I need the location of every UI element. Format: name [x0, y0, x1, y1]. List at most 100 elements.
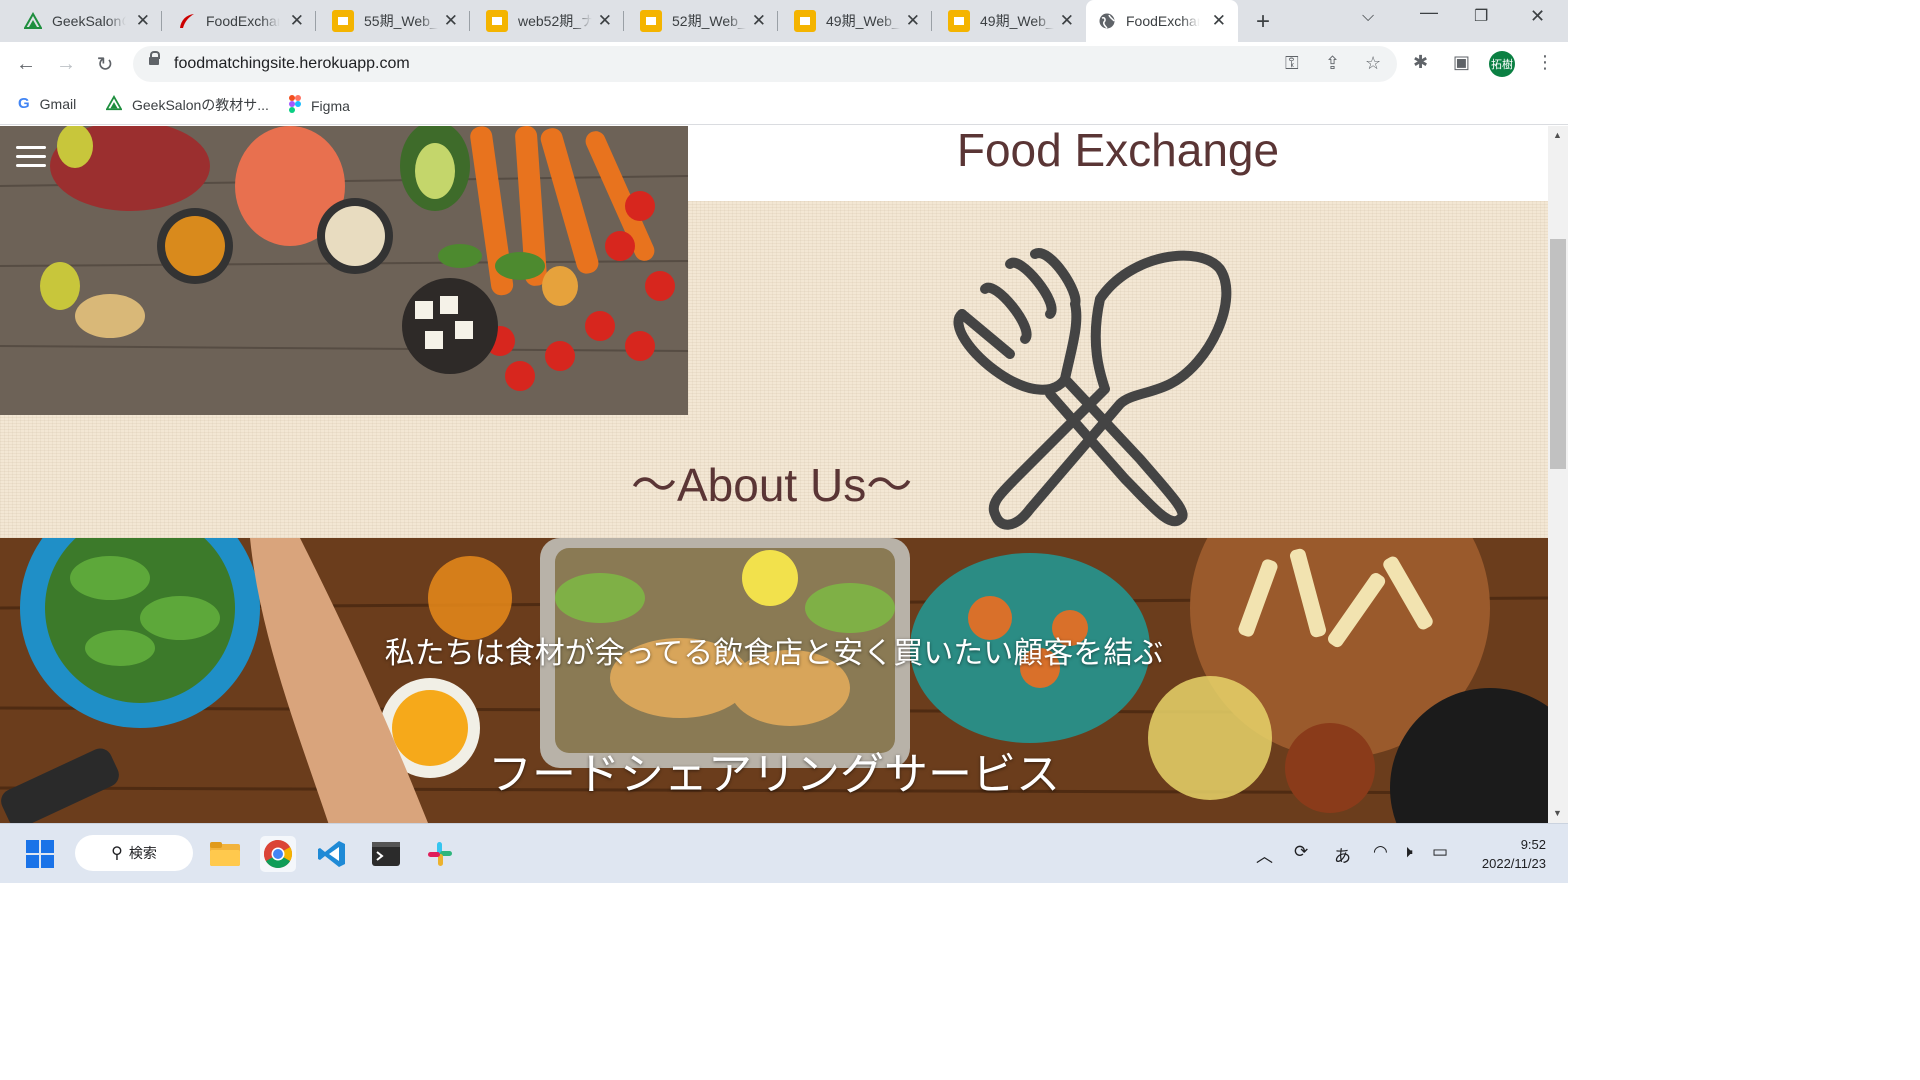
new-tab-icon[interactable]: + — [1256, 8, 1270, 36]
close-tab-icon[interactable]: ✕ — [598, 11, 612, 31]
minimize-icon[interactable]: — — [1420, 2, 1438, 23]
share-icon[interactable]: ⇪ — [1325, 53, 1340, 74]
scrollbar-thumb[interactable] — [1550, 239, 1566, 469]
tab-foodexchange-active[interactable]: FoodExchange ✕ — [1086, 0, 1238, 42]
search-icon: ⚲ — [111, 845, 123, 862]
slides-icon — [486, 10, 508, 32]
bookmark-figma[interactable]: Figma — [289, 95, 350, 117]
bookmark-star-icon[interactable]: ☆ — [1365, 53, 1381, 74]
tab-slides-49b[interactable]: 49期_Web_ ✕ — [936, 0, 1086, 42]
tab-separator — [161, 11, 162, 31]
fork-spoon-icon — [953, 248, 1232, 530]
tab-separator — [777, 11, 778, 31]
extensions-icon[interactable]: ✱ — [1413, 52, 1428, 73]
bookmark-label: Figma — [311, 98, 350, 114]
back-icon[interactable]: ← — [12, 50, 40, 78]
taskbar-search[interactable]: ⚲ 検索 — [75, 835, 193, 871]
close-tab-icon[interactable]: ✕ — [1060, 11, 1074, 31]
close-tab-icon[interactable]: ✕ — [906, 11, 920, 31]
tagline-text: 私たちは食材が余ってる飲食店と安く買いたい顧客を結ぶ — [384, 637, 1164, 670]
tab-slides-52[interactable]: 52期_Web_ ✕ — [628, 0, 778, 42]
tab-separator — [315, 11, 316, 31]
tab-title: GeekSalonの — [52, 13, 126, 29]
dinner-table-image: 私たちは食材が余ってる飲食店と安く買いたい顧客を結ぶ フードシェアリングサービス — [0, 538, 1548, 823]
tab-geeksalon[interactable]: GeekSalonの ✕ — [12, 0, 162, 42]
key-icon[interactable]: ⚿ — [1285, 53, 1299, 74]
slides-icon — [332, 10, 354, 32]
terminal-icon[interactable] — [368, 836, 404, 872]
tray-overflow-icon[interactable]: ︿ — [1256, 842, 1273, 867]
lock-icon — [149, 51, 160, 65]
page-scrollbar[interactable]: ▲ ▼ — [1548, 126, 1568, 823]
tab-title: 49期_Web_ — [980, 13, 1054, 29]
close-window-icon[interactable]: ✕ — [1530, 6, 1545, 27]
windows-taskbar: ⚲ 検索 ︿ ⟳ あ ◠ 🕨 ▭ 9:52 2022/11/23 — [0, 823, 1568, 883]
address-bar[interactable]: foodmatchingsite.herokuapp.com ⚿ ⇪ ☆ — [133, 46, 1397, 82]
globe-icon — [1098, 12, 1116, 30]
tab-foodexchange-dev[interactable]: FoodExchange ✕ — [166, 0, 316, 42]
hamburger-menu-icon[interactable] — [16, 146, 46, 173]
slides-icon — [948, 10, 970, 32]
search-label: 検索 — [128, 845, 157, 861]
tab-search-icon[interactable]: ⌵ — [1362, 8, 1374, 26]
close-tab-icon[interactable]: ✕ — [136, 11, 150, 31]
geeksalon-icon — [105, 94, 123, 115]
menu-kebab-icon[interactable]: ⋮ — [1536, 52, 1554, 73]
windows-start-icon[interactable] — [22, 836, 58, 872]
close-tab-icon[interactable]: ✕ — [1212, 11, 1226, 31]
figma-icon — [289, 95, 301, 117]
restore-icon[interactable]: ❐ — [1474, 6, 1488, 26]
scroll-down-icon[interactable]: ▼ — [1553, 808, 1562, 818]
tab-title: web52期_ナ — [518, 13, 592, 29]
volume-muted-icon[interactable]: 🕨 — [1402, 842, 1413, 862]
about-us-heading: ～About Us～ — [631, 459, 913, 511]
slides-icon — [640, 10, 662, 32]
clock-date: 2022/11/23 — [1481, 856, 1546, 871]
forward-icon[interactable]: → — [52, 50, 80, 78]
scroll-up-icon[interactable]: ▲ — [1553, 130, 1562, 140]
tab-slides-web52[interactable]: web52期_ナ ✕ — [474, 0, 624, 42]
geeksalon-icon — [24, 12, 42, 30]
close-tab-icon[interactable]: ✕ — [444, 11, 458, 31]
bookmarks-bar: G Gmail GeekSalonの教材サ... Figma — [0, 86, 1568, 125]
profile-avatar[interactable]: 拓樹 — [1489, 51, 1515, 77]
hero-food-image — [0, 126, 688, 415]
tab-title: 49期_Web_ — [826, 13, 900, 29]
tab-slides-55[interactable]: 55期_Web_ ✕ — [320, 0, 470, 42]
tab-separator — [623, 11, 624, 31]
chrome-taskbar-icon[interactable] — [260, 836, 296, 872]
site-title: Food Exchange — [956, 126, 1280, 176]
clock-time: 9:52 — [1520, 837, 1546, 852]
page-viewport: Food Exchange ～About Us～ 私たちは食材が余ってる飲食店と… — [0, 126, 1548, 823]
sync-icon[interactable]: ⟳ — [1294, 842, 1308, 862]
tab-strip: GeekSalonの ✕ FoodExchange ✕ 55期_Web_ ✕ w… — [0, 0, 1568, 42]
close-tab-icon[interactable]: ✕ — [290, 11, 304, 31]
tab-separator — [469, 11, 470, 31]
slack-icon[interactable] — [422, 836, 458, 872]
tab-separator — [931, 11, 932, 31]
service-heading: フードシェアリングサービス — [488, 750, 1060, 799]
side-panel-icon[interactable]: ▣ — [1453, 52, 1470, 73]
bookmark-label: GeekSalonの教材サ... — [132, 97, 269, 113]
tab-title: FoodExchange — [206, 13, 280, 29]
rails-icon — [178, 12, 196, 30]
wifi-icon[interactable]: ◠ — [1373, 842, 1388, 862]
tab-slides-49a[interactable]: 49期_Web_ ✕ — [782, 0, 932, 42]
tab-title: FoodExchange — [1126, 13, 1200, 29]
bookmark-geeksalon[interactable]: GeekSalonの教材サ... — [105, 94, 269, 115]
tab-title: 55期_Web_ — [364, 13, 438, 29]
bookmark-gmail[interactable]: G Gmail — [18, 95, 76, 112]
bookmark-label: Gmail — [39, 95, 77, 112]
reload-icon[interactable]: ↻ — [91, 50, 119, 78]
url-text: foodmatchingsite.herokuapp.com — [174, 55, 410, 72]
file-explorer-icon[interactable] — [207, 836, 243, 872]
battery-icon[interactable]: ▭ — [1432, 842, 1448, 862]
slides-icon — [794, 10, 816, 32]
tab-title: 52期_Web_ — [672, 13, 746, 29]
google-icon: G — [18, 95, 30, 112]
taskbar-clock[interactable]: 9:52 2022/11/23 — [1466, 835, 1546, 873]
close-tab-icon[interactable]: ✕ — [752, 11, 766, 31]
ime-indicator[interactable]: あ — [1334, 842, 1351, 867]
vscode-icon[interactable] — [314, 836, 350, 872]
browser-toolbar: ← → ↻ foodmatchingsite.herokuapp.com ⚿ ⇪… — [0, 42, 1568, 86]
